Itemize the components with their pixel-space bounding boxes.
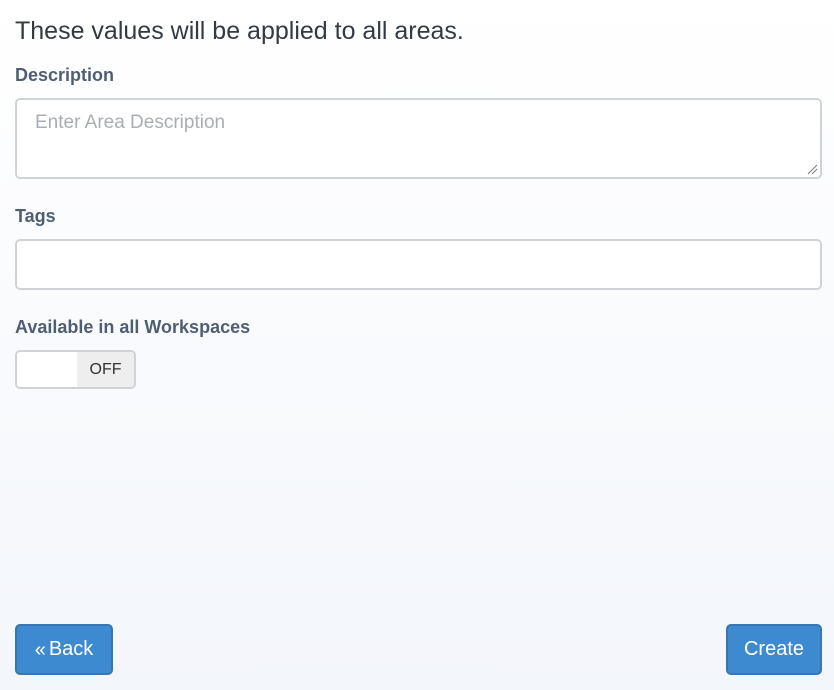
toggle-off-label: OFF <box>77 352 134 387</box>
back-button-label: Back <box>48 638 94 660</box>
intro-text: These values will be applied to all area… <box>15 17 464 45</box>
description-textarea[interactable] <box>17 100 820 177</box>
double-chevron-left-icon: « <box>34 638 46 661</box>
create-button[interactable]: Create <box>726 624 822 675</box>
available-in-all-workspaces-toggle[interactable]: OFF <box>15 350 136 389</box>
description-label: Description <box>15 65 115 85</box>
back-button[interactable]: « Back <box>15 624 113 675</box>
create-button-label: Create <box>743 638 805 660</box>
resize-grip-icon[interactable] <box>806 163 818 175</box>
description-field-container <box>15 98 822 179</box>
toggle-knob <box>17 352 77 387</box>
tags-input[interactable] <box>15 239 822 290</box>
tags-label: Tags <box>15 206 56 226</box>
available-in-all-workspaces-label: Available in all Workspaces <box>15 317 251 337</box>
